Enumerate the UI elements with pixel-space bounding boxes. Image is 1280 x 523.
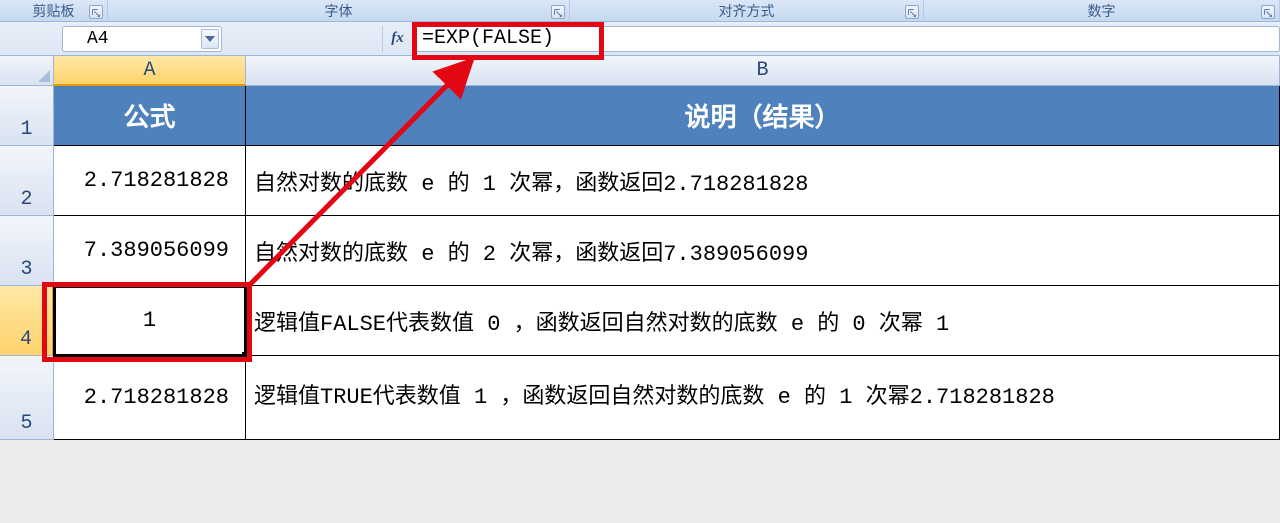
cell-B4[interactable]: 逻辑值FALSE代表数值 0 ，函数返回自然对数的底数 e 的 0 次幂 1: [246, 286, 1280, 356]
ribbon-group-number: 数字: [924, 0, 1280, 21]
row-header-2[interactable]: 2: [0, 146, 54, 216]
ribbon-group-label: 字体: [325, 1, 353, 21]
cell-B5[interactable]: 逻辑值TRUE代表数值 1 ，函数返回自然对数的底数 e 的 1 次幂2.718…: [246, 356, 1280, 440]
row-header-5[interactable]: 5: [0, 356, 54, 440]
row-header-4[interactable]: 4: [0, 286, 54, 356]
select-all-corner[interactable]: [0, 56, 54, 86]
insert-function-button[interactable]: fx: [382, 26, 412, 52]
cell-B1[interactable]: 说明（结果）: [246, 86, 1280, 146]
ribbon-group-alignment: 对齐方式: [570, 0, 924, 21]
row-header-3[interactable]: 3: [0, 216, 54, 286]
row-header-1[interactable]: 1: [0, 86, 54, 146]
name-box[interactable]: A4: [62, 26, 222, 52]
ribbon-group-labels: 剪贴板 字体 对齐方式 数字: [0, 0, 1280, 22]
ribbon-group-font: 字体: [108, 0, 570, 21]
formula-input[interactable]: =EXP(FALSE): [412, 26, 1280, 52]
row-3: 3 7.389056099 自然对数的底数 e 的 2 次幂，函数返回7.389…: [0, 216, 1280, 286]
dialog-launcher-icon[interactable]: [551, 5, 565, 19]
cell-B2[interactable]: 自然对数的底数 e 的 1 次幂，函数返回2.718281828: [246, 146, 1280, 216]
formula-bar-row: A4 fx =EXP(FALSE): [0, 22, 1280, 56]
row-1: 1 公式 说明（结果）: [0, 86, 1280, 146]
name-box-value: A4: [87, 29, 109, 49]
dialog-launcher-icon[interactable]: [89, 5, 103, 19]
column-header-B[interactable]: B: [246, 56, 1280, 86]
row-5: 5 2.718281828 逻辑值TRUE代表数值 1 ，函数返回自然对数的底数…: [0, 356, 1280, 440]
cell-A1[interactable]: 公式: [54, 86, 246, 146]
column-header-row: A B: [0, 56, 1280, 86]
cell-A2[interactable]: 2.718281828: [54, 146, 246, 216]
cell-A5[interactable]: 2.718281828: [54, 356, 246, 440]
row-2: 2 2.718281828 自然对数的底数 e 的 1 次幂，函数返回2.718…: [0, 146, 1280, 216]
ribbon-group-label: 对齐方式: [719, 1, 775, 21]
row-4: 4 1 逻辑值FALSE代表数值 0 ，函数返回自然对数的底数 e 的 0 次幂…: [0, 286, 1280, 356]
worksheet[interactable]: A B 1 公式 说明（结果） 2 2.718281828 自然对数的底数 e …: [0, 56, 1280, 440]
cell-B3[interactable]: 自然对数的底数 e 的 2 次幂，函数返回7.389056099: [246, 216, 1280, 286]
ribbon-group-clipboard: 剪贴板: [0, 0, 108, 21]
name-box-dropdown-icon[interactable]: [201, 29, 219, 49]
cell-A4[interactable]: 1: [54, 286, 246, 356]
ribbon-group-label: 剪贴板: [33, 1, 75, 21]
spacer: [0, 26, 62, 51]
cell-A3[interactable]: 7.389056099: [54, 216, 246, 286]
formula-text: =EXP(FALSE): [422, 27, 554, 50]
formula-bar-gap: fx: [222, 26, 412, 52]
ribbon-group-label: 数字: [1088, 1, 1116, 21]
dialog-launcher-icon[interactable]: [1261, 5, 1275, 19]
column-header-A[interactable]: A: [54, 56, 246, 86]
dialog-launcher-icon[interactable]: [905, 5, 919, 19]
